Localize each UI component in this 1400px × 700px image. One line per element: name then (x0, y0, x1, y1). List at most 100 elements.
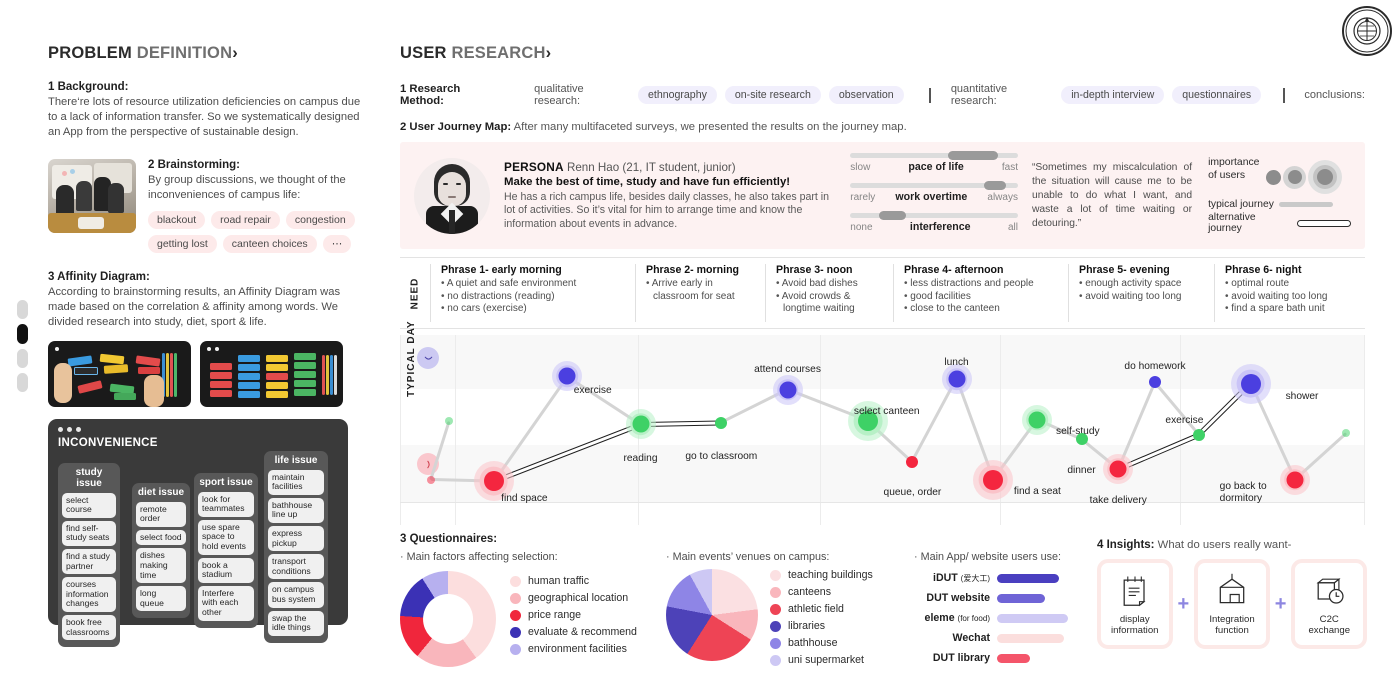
journey-node[interactable] (948, 370, 966, 388)
slider-knob[interactable] (984, 180, 1007, 190)
journey-node[interactable] (445, 417, 454, 425)
pill-questionnaires[interactable]: questionnaires (1172, 86, 1262, 104)
legend-swatch (510, 575, 521, 587)
rail-dot-4[interactable] (17, 373, 28, 392)
brainstorming-block: 2 Brainstorming: By group discussions, w… (48, 158, 364, 254)
need-item: no distractions (reading) (441, 291, 625, 304)
legend-swatch (770, 654, 781, 666)
journey-node[interactable] (1075, 433, 1088, 445)
journey-node[interactable] (1193, 428, 1206, 441)
board-title: INCONVENIENCE (58, 436, 158, 449)
ujm-text: After many multifaceted surveys, we pres… (513, 121, 907, 133)
rail-dot-2-active[interactable] (17, 324, 28, 344)
journey-node[interactable] (983, 469, 1004, 490)
rail-dot-3[interactable] (17, 349, 28, 368)
journey-node[interactable] (715, 416, 728, 429)
board-item[interactable]: swap the idle things (268, 610, 324, 636)
slider-knob[interactable] (947, 150, 998, 160)
slider-knob[interactable] (878, 210, 906, 220)
legend-label: uni supermarket (788, 654, 864, 666)
journey-node[interactable] (1342, 429, 1351, 437)
journey-node[interactable] (1028, 411, 1046, 428)
legend-item: athletic field (770, 603, 873, 615)
slider-interference[interactable]: none interference all (850, 210, 1018, 241)
insight-card-display-information[interactable]: display information (1097, 559, 1173, 649)
importance-label-line1: importance (1208, 157, 1260, 168)
insight-card-c2c-exchange[interactable]: C2C exchange (1291, 559, 1368, 649)
app-usage-bars: iDUT (爱大工) DUT website eleme (for food) Wec… (914, 572, 1096, 664)
need-title: Phrase 4- afternoon (904, 264, 1004, 276)
journey-node[interactable] (906, 455, 919, 468)
board-item[interactable]: bathhouse line up (268, 497, 324, 523)
affinity-title: 3 Affinity Diagram: (48, 271, 150, 284)
board-item[interactable]: courses information changes (62, 577, 116, 612)
rail-dot-1[interactable] (17, 300, 28, 319)
board-item[interactable]: maintain facilities (268, 469, 324, 495)
board-item[interactable]: use spare space to hold events (198, 519, 254, 555)
affinity-photo-board (200, 340, 343, 407)
journey-node-label: queue, order (883, 487, 942, 498)
persona-tagline: Make the best of time, study and have fu… (504, 175, 791, 188)
problem-definition-heading: PROBLEM DEFINITION› (48, 44, 364, 63)
board-column-sport: sport issue look for teammates use spare… (194, 472, 258, 628)
pill-observation[interactable]: observation (828, 86, 904, 104)
legend-swatch (770, 620, 781, 632)
board-item[interactable]: select course (62, 492, 116, 518)
legend-swatch (770, 637, 781, 649)
need-phrase-3: Phrase 3- noon Avoid bad dishes Avoid cr… (765, 264, 893, 322)
page-scroll-rail[interactable] (17, 300, 28, 397)
board-item[interactable]: find a study partner (62, 549, 116, 575)
chip-road-repair[interactable]: road repair (211, 211, 280, 230)
persona-name: Renn Hao (21, IT student, junior) (566, 160, 736, 174)
board-column-study: study issue select course find self-stud… (58, 462, 120, 648)
pill-on-site-research[interactable]: on-site research (724, 86, 821, 104)
journey-node[interactable] (1149, 376, 1161, 388)
board-item[interactable]: select food (136, 529, 186, 546)
board-item[interactable]: long queue (136, 586, 186, 612)
journey-node-label: find space (501, 493, 548, 504)
donut-chart-title: · Main factors affecting selection: (400, 551, 558, 563)
chip-canteen-choices[interactable]: canteen choices (222, 235, 317, 254)
board-item[interactable]: transport conditions (268, 554, 324, 580)
journey-node[interactable] (558, 367, 576, 385)
need-phrase-4: Phrase 4- afternoon less distractions an… (893, 264, 1068, 322)
board-item[interactable]: express pickup (268, 526, 324, 552)
insight-line1: Integration (1209, 614, 1255, 625)
chip-blackout[interactable]: blackout (148, 211, 206, 230)
legend-item: environment facilities (510, 643, 637, 655)
board-item[interactable]: Interfere with each other (198, 585, 254, 621)
journey-node[interactable] (1240, 373, 1261, 394)
board-item[interactable]: look for teammates (198, 491, 254, 517)
board-item[interactable]: find self-study seats (62, 520, 116, 546)
persona-card: PERSONA Renn Hao (21, IT student, junior… (400, 142, 1365, 249)
board-item[interactable]: dishes making time (136, 548, 186, 584)
slider-work-overtime[interactable]: rarely work overtime always (850, 180, 1018, 211)
pill-in-depth-interview[interactable]: in-depth interview (1061, 86, 1165, 104)
pill-ethnography[interactable]: ethnography (637, 86, 717, 104)
need-item: less distractions and people (904, 278, 1058, 291)
chip-congestion[interactable]: congestion (285, 211, 355, 230)
chip-more[interactable]: ⋯ (322, 235, 352, 254)
need-item: Arrive early in classroom for seat (646, 278, 755, 303)
journey-node[interactable] (427, 475, 436, 484)
insight-card-integration-function[interactable]: Integration function (1194, 559, 1270, 649)
slider-name: work overtime (895, 190, 968, 203)
slider-pace-of-life[interactable]: slow pace of life fast (850, 150, 1018, 181)
column-header-diet: diet issue (137, 486, 185, 498)
chip-getting-lost[interactable]: getting lost (148, 235, 217, 254)
board-item[interactable]: book a stadium (198, 557, 254, 583)
board-item[interactable]: book free classrooms (62, 614, 116, 641)
board-item[interactable]: on campus bus system (268, 582, 324, 608)
insight-line1: display (1119, 614, 1150, 625)
heading-bold: PROBLEM (48, 44, 132, 62)
journey-node[interactable] (632, 415, 649, 433)
board-item[interactable]: remote order (136, 501, 186, 527)
heading-light: RESEARCH (451, 44, 546, 62)
journey-node-label: select canteen (853, 406, 920, 417)
journey-node[interactable] (1286, 471, 1304, 488)
journey-node-label: do homework (1124, 361, 1186, 372)
journey-node[interactable] (1109, 460, 1127, 478)
journey-node[interactable] (483, 471, 504, 491)
journey-node[interactable] (779, 381, 796, 398)
legend-label: athletic field (788, 603, 844, 615)
